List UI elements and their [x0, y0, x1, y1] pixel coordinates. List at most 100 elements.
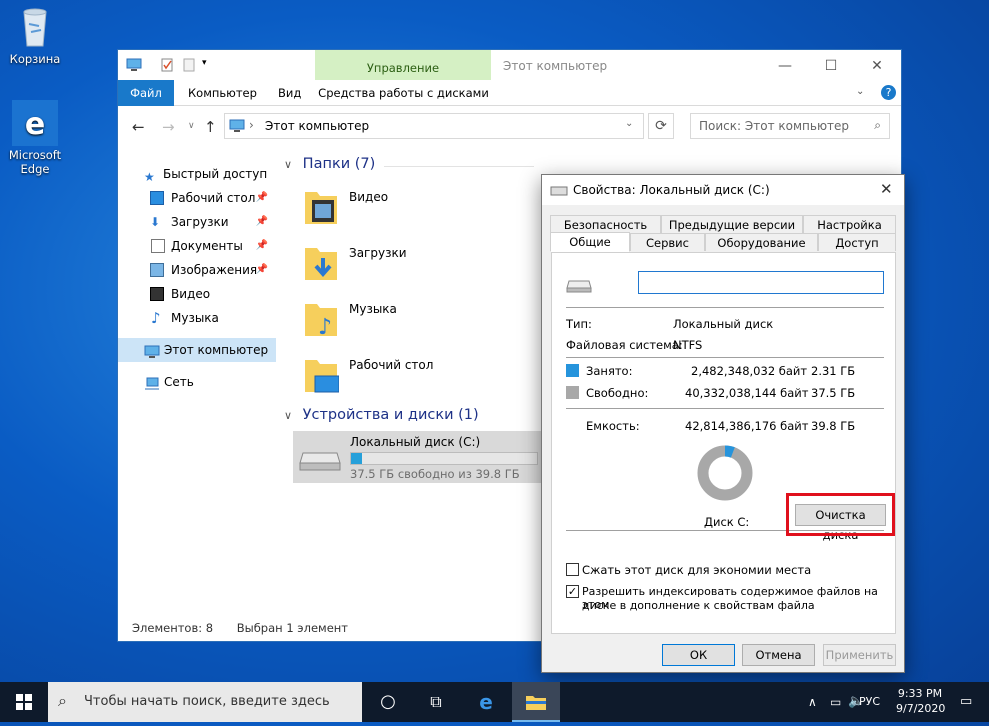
task-view-icon[interactable]: ⧉ — [412, 682, 460, 722]
tray-chevron-icon[interactable]: ∧ — [808, 682, 817, 722]
tab-drive-tools[interactable]: Средства работы с дисками — [316, 80, 491, 106]
tab-customize[interactable]: Настройка — [803, 215, 896, 233]
star-icon: ★ — [144, 170, 155, 184]
recycle-bin-label: Корзина — [9, 52, 61, 66]
tab-tools[interactable]: Сервис — [630, 233, 705, 251]
devices-section-header[interactable]: ∨ Устройства и диски (1) — [284, 407, 479, 423]
properties-icon[interactable] — [160, 58, 174, 72]
tab-security[interactable]: Безопасность — [550, 215, 661, 233]
search-input[interactable]: Поиск: Этот компьютер ⌕ — [690, 113, 890, 139]
used-label: Занято: — [586, 364, 633, 378]
nav-item-network[interactable]: Сеть — [118, 370, 276, 394]
nav-label: Видео — [171, 287, 211, 301]
document-icon — [151, 239, 165, 253]
status-bar: Элементов: 8 Выбран 1 элемент — [132, 621, 348, 635]
recent-chevron-icon[interactable]: ∨ — [188, 121, 195, 131]
start-button[interactable] — [0, 682, 48, 722]
maximize-button[interactable]: ☐ — [808, 54, 854, 78]
address-bar[interactable]: › Этот компьютер ⌄ — [224, 113, 644, 139]
tab-hardware[interactable]: Оборудование — [705, 233, 818, 251]
breadcrumb[interactable]: Этот компьютер — [265, 119, 369, 133]
desktop-icon-recycle-bin[interactable]: Корзина — [0, 2, 70, 66]
used-color-swatch — [566, 364, 579, 377]
forward-arrow-icon[interactable]: → — [162, 118, 175, 136]
nav-label: Загрузки — [171, 215, 229, 229]
taskbar-edge-icon[interactable]: e — [462, 682, 510, 722]
capacity-gb: 39.8 ГБ — [811, 419, 856, 433]
disk-usage-donut — [697, 445, 753, 501]
computer-icon — [144, 343, 160, 358]
cancel-button[interactable]: Отмена — [742, 644, 815, 666]
clock[interactable]: 9:33 PM 9/7/2020 — [896, 682, 945, 722]
breadcrumb-chevron-icon[interactable]: › — [249, 118, 254, 132]
tab-general[interactable]: Общие — [550, 232, 630, 252]
nav-item-this-pc[interactable]: Этот компьютер — [118, 338, 276, 362]
language-indicator[interactable]: РУС — [859, 682, 880, 722]
apply-button[interactable]: Применить — [823, 644, 896, 666]
ribbon-expand-icon[interactable]: ⌄ — [856, 86, 864, 97]
nav-item-documents[interactable]: Документы 📌 — [118, 234, 276, 258]
drive-label-input[interactable] — [638, 271, 884, 294]
chevron-down-icon: ∨ — [284, 409, 293, 422]
edge-label-line1: Microsoft — [8, 148, 62, 162]
network-tray-icon[interactable]: ▭ — [830, 682, 841, 722]
address-dropdown-icon[interactable]: ⌄ — [625, 118, 633, 129]
close-button[interactable]: ✕ — [854, 54, 900, 78]
new-folder-icon[interactable] — [182, 58, 196, 72]
separator — [566, 408, 884, 409]
folder-desktop[interactable]: Рабочий стол — [300, 348, 540, 404]
folder-videos[interactable]: Видео — [300, 180, 540, 236]
notification-icon[interactable]: ▭ — [960, 682, 972, 722]
context-tab-manage[interactable]: Управление — [315, 50, 491, 80]
chevron-down-icon: ∨ — [284, 158, 293, 171]
title-bar: ▾ Управление Этот компьютер — ☐ ✕ — [118, 50, 901, 80]
network-icon — [144, 375, 159, 390]
drive-c-tile[interactable]: Локальный диск (C:) 37.5 ГБ свободно из … — [293, 431, 543, 483]
minimize-button[interactable]: — — [762, 54, 808, 78]
free-bytes: 40,332,038,144 байт — [685, 386, 809, 400]
nav-item-desktop[interactable]: Рабочий стол 📌 — [118, 186, 276, 210]
desktop-icon-edge[interactable]: e Microsoft Edge — [0, 100, 70, 176]
folders-header-label: Папки (7) — [302, 156, 376, 172]
tab-sharing[interactable]: Доступ — [818, 233, 896, 251]
search-placeholder: Поиск: Этот компьютер — [699, 119, 850, 133]
nav-label: Сеть — [164, 375, 194, 389]
refresh-button[interactable]: ⟳ — [648, 113, 674, 139]
folder-downloads[interactable]: Загрузки — [300, 236, 540, 292]
nav-item-quick-access[interactable]: ★ Быстрый доступ — [118, 162, 276, 186]
taskbar-search-box[interactable]: ⌕ Чтобы начать поиск, введите здесь — [48, 682, 362, 722]
nav-item-videos[interactable]: Видео — [118, 282, 276, 306]
dialog-close-button[interactable]: ✕ — [880, 180, 893, 198]
tab-file[interactable]: Файл — [118, 80, 174, 106]
tab-previous-versions[interactable]: Предыдущие версии — [661, 215, 803, 233]
pin-icon: 📌 — [255, 264, 268, 275]
index-checkbox[interactable]: ✓ — [566, 585, 579, 598]
nav-item-downloads[interactable]: ⬇ Загрузки 📌 — [118, 210, 276, 234]
tab-computer[interactable]: Компьютер — [176, 80, 269, 106]
folders-section-header[interactable]: ∨ Папки (7) — [284, 156, 534, 172]
help-icon[interactable]: ? — [881, 85, 896, 100]
computer-icon — [229, 119, 245, 136]
cortana-icon[interactable]: ○ — [364, 682, 412, 722]
hard-drive-icon — [566, 279, 592, 296]
dialog-title-bar: Свойства: Локальный диск (C:) ✕ — [542, 175, 904, 205]
folder-name: Видео — [349, 190, 389, 204]
compress-checkbox[interactable] — [566, 563, 579, 576]
nav-label: Этот компьютер — [164, 343, 269, 357]
tab-view[interactable]: Вид — [266, 80, 313, 106]
chevron-down-icon[interactable]: ▾ — [202, 58, 216, 72]
svg-text:♪: ♪ — [318, 315, 332, 338]
ok-button[interactable]: ОК — [662, 644, 735, 666]
taskbar-explorer-icon[interactable] — [512, 682, 560, 722]
used-gb: 2.31 ГБ — [811, 364, 856, 378]
nav-item-pictures[interactable]: Изображения 📌 — [118, 258, 276, 282]
back-arrow-icon[interactable]: ← — [132, 118, 145, 136]
folder-video-icon — [303, 186, 339, 226]
nav-item-music[interactable]: ♪ Музыка — [118, 306, 276, 330]
up-arrow-icon[interactable]: ↑ — [204, 118, 217, 136]
taskbar-search-placeholder: Чтобы начать поиск, введите здесь — [84, 694, 330, 709]
folder-music[interactable]: ♪ Музыка — [300, 292, 540, 348]
computer-icon — [126, 58, 142, 72]
taskbar: ⌕ Чтобы начать поиск, введите здесь ○ ⧉ … — [0, 682, 989, 722]
edge-label-line2: Edge — [20, 162, 50, 176]
